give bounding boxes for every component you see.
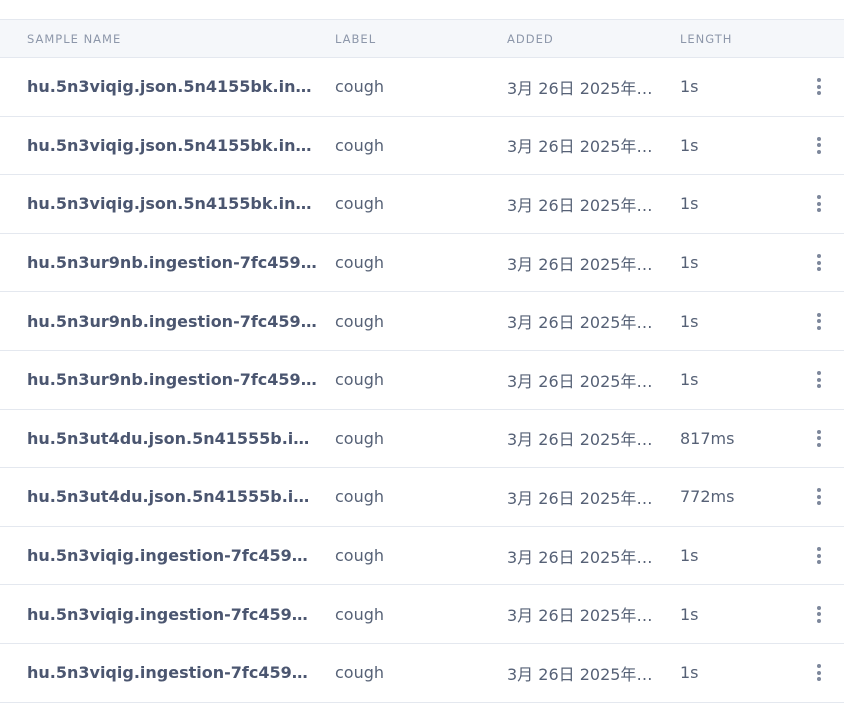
row-menu-button[interactable]	[808, 603, 830, 625]
sample-name-cell[interactable]: hu.5n3viqig.ingestion-7fc459c96d-	[27, 663, 317, 682]
added-cell: 3月 26日 2025年, 0…	[507, 606, 657, 626]
kebab-vertical-icon	[817, 312, 821, 330]
length-cell: 1s	[680, 604, 699, 624]
samples-table: SAMPLE NAME LABEL ADDED LENGTH hu.5n3viq…	[0, 20, 844, 703]
length-cell: 1s	[680, 194, 699, 214]
kebab-vertical-icon	[817, 547, 821, 565]
label-cell: cough	[335, 194, 385, 214]
kebab-vertical-icon	[817, 254, 821, 272]
sample-name-cell[interactable]: hu.5n3viqig.ingestion-7fc459c96d-	[27, 605, 317, 624]
column-header-label[interactable]: LABEL	[335, 32, 485, 46]
kebab-vertical-icon	[817, 488, 821, 506]
sample-name-cell[interactable]: hu.5n3viqig.json.5n4155bk.ingestion	[27, 136, 317, 155]
length-cell: 1s	[680, 135, 699, 155]
kebab-vertical-icon	[817, 664, 821, 682]
column-header-length[interactable]: LENGTH	[680, 32, 780, 46]
length-cell: 1s	[680, 663, 699, 683]
table-row[interactable]: hu.5n3ur9nb.ingestion-7fc459c96d cough 3月 …	[0, 292, 844, 351]
column-header-sample-name[interactable]: SAMPLE NAME	[27, 32, 317, 46]
table-row[interactable]: hu.5n3viqig.json.5n4155bk.ingestion cough…	[0, 117, 844, 176]
kebab-vertical-icon	[817, 195, 821, 213]
label-cell: cough	[335, 77, 385, 97]
table-row[interactable]: hu.5n3ut4du.json.5n41555b.ingestion cough…	[0, 468, 844, 527]
added-cell: 3月 26日 2025年, 0…	[507, 547, 657, 567]
label-cell: cough	[335, 311, 385, 331]
table-row[interactable]: hu.5n3viqig.ingestion-7fc459c96d-cough 3月…	[0, 585, 844, 644]
kebab-vertical-icon	[817, 605, 821, 623]
label-cell: cough	[335, 604, 385, 624]
kebab-vertical-icon	[817, 78, 821, 96]
table-row[interactable]: hu.5n3viqig.ingestion-7fc459c96d-cough 3月…	[0, 644, 844, 703]
length-cell: 772ms	[680, 487, 735, 507]
added-cell: 3月 26日 2025年, 0…	[507, 371, 657, 391]
label-cell: cough	[335, 546, 385, 566]
kebab-vertical-icon	[817, 136, 821, 154]
added-cell: 3月 26日 2025年, 0…	[507, 137, 657, 157]
length-cell: 1s	[680, 311, 699, 331]
added-cell: 3月 26日 2025年, 0…	[507, 254, 657, 274]
row-menu-button[interactable]	[808, 369, 830, 391]
column-header-added[interactable]: ADDED	[507, 32, 657, 46]
row-menu-button[interactable]	[808, 193, 830, 215]
label-cell: cough	[335, 663, 385, 683]
sample-name-cell[interactable]: hu.5n3viqig.ingestion-7fc459c96d-	[27, 546, 317, 565]
added-cell: 3月 26日 2025年, 0…	[507, 195, 657, 215]
row-menu-button[interactable]	[808, 545, 830, 567]
label-cell: cough	[335, 487, 385, 507]
sample-name-cell[interactable]: hu.5n3ur9nb.ingestion-7fc459c96d	[27, 312, 317, 331]
row-menu-button[interactable]	[808, 76, 830, 98]
sample-name-cell[interactable]: hu.5n3ur9nb.ingestion-7fc459c96d	[27, 370, 317, 389]
row-menu-button[interactable]	[808, 134, 830, 156]
label-cell: cough	[335, 428, 385, 448]
row-menu-button[interactable]	[808, 310, 830, 332]
label-cell: cough	[335, 370, 385, 390]
table-row[interactable]: hu.5n3ut4du.json.5n41555b.ingestion cough…	[0, 410, 844, 469]
row-menu-button[interactable]	[808, 486, 830, 508]
table-row[interactable]: hu.5n3ur9nb.ingestion-7fc459c96d cough 3月 …	[0, 234, 844, 293]
added-cell: 3月 26日 2025年, 0…	[507, 664, 657, 684]
length-cell: 1s	[680, 77, 699, 97]
length-cell: 1s	[680, 253, 699, 273]
sample-name-cell[interactable]: hu.5n3viqig.json.5n4155bk.ingestion	[27, 194, 317, 213]
table-row[interactable]: hu.5n3ur9nb.ingestion-7fc459c96d cough 3月 …	[0, 351, 844, 410]
row-menu-button[interactable]	[808, 662, 830, 684]
table-row[interactable]: hu.5n3viqig.json.5n4155bk.ingestion cough…	[0, 175, 844, 234]
length-cell: 817ms	[680, 428, 735, 448]
sample-name-cell[interactable]: hu.5n3viqig.json.5n4155bk.ingestion	[27, 77, 317, 96]
kebab-vertical-icon	[817, 429, 821, 447]
sample-name-cell[interactable]: hu.5n3ur9nb.ingestion-7fc459c96d	[27, 253, 317, 272]
added-cell: 3月 26日 2025年, 0…	[507, 78, 657, 98]
kebab-vertical-icon	[817, 371, 821, 389]
label-cell: cough	[335, 253, 385, 273]
sample-name-cell[interactable]: hu.5n3ut4du.json.5n41555b.ingestion	[27, 487, 317, 506]
table-row[interactable]: hu.5n3viqig.ingestion-7fc459c96d-cough 3月…	[0, 527, 844, 586]
label-cell: cough	[335, 135, 385, 155]
added-cell: 3月 26日 2025年, 0…	[507, 430, 657, 450]
table-body: hu.5n3viqig.json.5n4155bk.ingestion cough…	[0, 58, 844, 703]
length-cell: 1s	[680, 546, 699, 566]
row-menu-button[interactable]	[808, 252, 830, 274]
table-header: SAMPLE NAME LABEL ADDED LENGTH	[0, 20, 844, 58]
sample-name-cell[interactable]: hu.5n3ut4du.json.5n41555b.ingestion	[27, 429, 317, 448]
row-menu-button[interactable]	[808, 427, 830, 449]
added-cell: 3月 26日 2025年, 0…	[507, 488, 657, 508]
length-cell: 1s	[680, 370, 699, 390]
added-cell: 3月 26日 2025年, 0…	[507, 313, 657, 333]
table-row[interactable]: hu.5n3viqig.json.5n4155bk.ingestion cough…	[0, 58, 844, 117]
top-spacer	[0, 0, 844, 20]
